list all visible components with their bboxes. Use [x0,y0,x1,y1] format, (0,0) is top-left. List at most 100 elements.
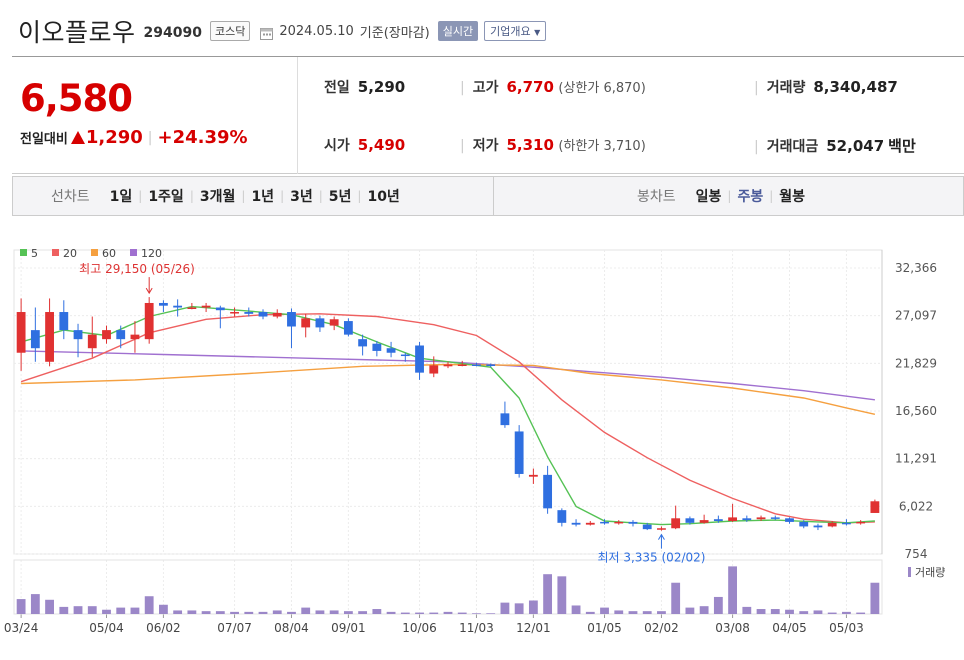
volume-bar [799,611,809,614]
candle-body [329,319,339,326]
tab-3month[interactable]: 3개월 [194,186,242,206]
volume-bar [386,611,396,614]
legend-label: 5 [31,247,38,260]
volume-bar [272,610,282,614]
candle-body [585,522,595,525]
volume-bar [528,600,538,614]
x-tick-label: 02/02 [644,621,679,635]
candle-body [230,312,239,314]
tab-1year[interactable]: 1년 [245,186,280,206]
tab-monthly[interactable]: 월봉 [773,186,811,206]
volume-bar [585,611,595,614]
tab-weekly[interactable]: 주봉 [731,186,769,206]
volume-bar [628,611,638,614]
candle-body [372,343,382,351]
candle-body [671,518,681,529]
upper-limit: (상한가 6,870) [558,81,646,96]
y-tick-label: 6,022 [899,499,933,513]
candle-body [543,474,553,509]
amount-label: 거래대금 [766,139,819,155]
open-label: 시가 [324,138,350,154]
lower-limit: (하한가 3,710) [558,139,646,154]
candle-group-label: 봉차트 [637,189,676,205]
y-tick-label: 27,097 [895,309,937,323]
volume-bar [59,606,69,614]
chevron-down-icon: ▼ [534,28,541,37]
volume-bar [657,611,666,614]
volume-bar [215,611,225,614]
separator: | [460,80,465,96]
prev-value: 5,290 [357,78,406,96]
candle-body [102,330,111,340]
low-price: | 저가 5,310 (하한가 3,710) [460,135,646,155]
y-tick-label: 754 [905,547,928,561]
candle-body [457,364,467,366]
separator: | [147,129,153,146]
candle-body [158,302,168,306]
candle-body [642,524,652,530]
volume-label: 거래량 [766,80,806,96]
volume-bar [685,607,695,614]
ma-line-120 [21,350,875,401]
volume-bar [87,606,97,614]
prev-label: 전일 [324,80,350,96]
volume-bar [870,582,880,614]
candle-body [486,364,496,366]
volume-bar [728,566,738,614]
candle-body [130,334,140,340]
x-tick-label: 06/02 [146,621,181,635]
candle-body [614,521,624,524]
volume-bar [699,606,709,614]
volume-bar [287,611,296,614]
realtime-button[interactable]: 실시간 [437,21,479,41]
volume-bar [329,610,339,614]
change-abs: 1,290 [85,127,143,148]
volume-legend-label: 거래량 [915,566,945,579]
candle-body [628,521,638,524]
volume-bar [315,610,325,614]
y-tick-label: 32,366 [895,261,937,275]
legend-label: 60 [102,247,116,260]
company-info-button[interactable]: 기업개요 ▼ [484,21,547,41]
tab-3year[interactable]: 3년 [284,186,319,206]
high-label: 고가 [472,80,499,96]
volume-bar [785,609,794,614]
candle-body [272,312,282,317]
candle-body [685,518,695,523]
legend-swatch [130,249,137,256]
candle-body [699,520,709,523]
volume-bar [813,610,823,614]
tab-daily[interactable]: 일봉 [690,186,728,206]
volume-bar [415,612,424,614]
candle-body [571,522,581,525]
candle-body [400,354,410,357]
price-chart: 32,366 27,097 21,829 16,560 11,291 6,022 754 03… [4,247,946,635]
x-tick-label: 08/04 [274,621,309,635]
volume-bar [158,604,168,614]
volume-bar [343,611,353,614]
legend-swatch [52,249,59,256]
tab-10year[interactable]: 10년 [361,186,405,206]
low-annotation: 최저 3,335 (02/02) [597,551,705,565]
volume-bar [372,609,382,614]
x-tick-label: 12/01 [516,621,551,635]
candle-body [201,305,211,308]
volume-bar [187,610,197,614]
candle-body [657,528,666,530]
volume-bar [201,611,211,614]
candle-body [528,474,538,477]
volume-bar [543,574,553,614]
volume-bar [642,611,652,614]
high-price: | 고가 6,770 (상한가 6,870) [460,77,646,97]
tab-5year[interactable]: 5년 [323,186,358,206]
volume-bar [856,612,866,614]
candle-body [600,521,609,524]
stock-header: 이오플로우 294090 코스닥 2024.05.10 기준(장마감) 실시간 … [18,14,547,48]
candle-body [215,307,225,311]
volume-bar [600,607,609,614]
tab-1day[interactable]: 1일 [104,186,139,206]
quote-basis: 기준(장마감) [359,25,430,41]
candle-body [116,330,126,340]
tab-1week[interactable]: 1주일 [142,186,190,206]
candle-body [813,525,823,528]
